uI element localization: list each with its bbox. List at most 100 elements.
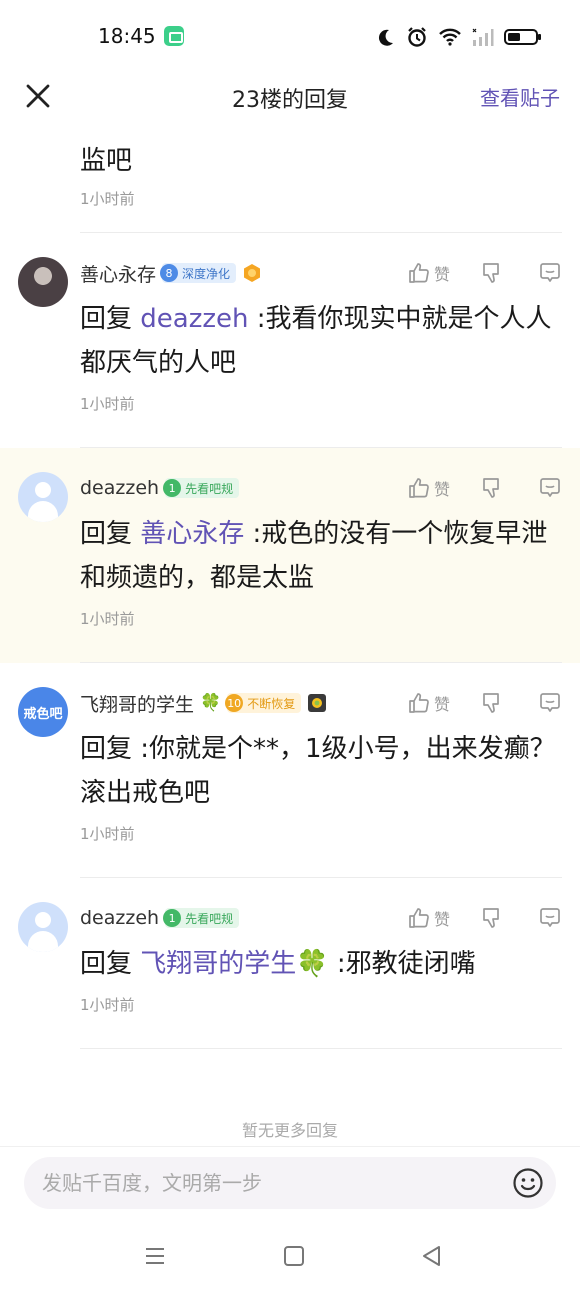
reply-text: 回复 飞翔哥的学生🍀 :邪教徒闭嘴	[80, 942, 562, 986]
username[interactable]: 善心永存	[80, 260, 156, 287]
comment-button[interactable]	[538, 691, 562, 715]
like-label: 赞	[434, 480, 451, 499]
comment-input-box[interactable]	[24, 1157, 556, 1209]
thumbs-up-icon	[409, 478, 429, 498]
level-badge: 1 先看吧规	[163, 478, 240, 498]
emoji-icon	[513, 1168, 543, 1198]
menu-icon	[146, 1248, 164, 1264]
app-notification-icon	[164, 26, 184, 46]
previous-reply-tail: 监吧 1小时前	[0, 120, 580, 233]
comment-icon	[540, 478, 560, 497]
reply-body: :邪教徒闭嘴	[328, 949, 476, 979]
level-number: 1	[163, 479, 182, 497]
dislike-button[interactable]	[480, 691, 504, 715]
level-badge: 8 深度净化	[160, 263, 237, 283]
level-badge: 1 先看吧规	[163, 908, 240, 928]
thumbs-up-icon	[409, 908, 429, 928]
dislike-button[interactable]	[480, 261, 504, 285]
comment-icon	[540, 908, 560, 927]
reply-actions: 赞	[407, 470, 562, 506]
comment-input-bar	[0, 1146, 580, 1222]
view-post-link[interactable]: 查看贴子	[480, 82, 560, 111]
badge-label: 先看吧规	[185, 911, 234, 926]
like-button[interactable]: 赞	[407, 906, 455, 930]
like-label: 赞	[434, 695, 451, 714]
comment-input[interactable]	[42, 1157, 492, 1209]
avatar[interactable]: 戒色吧	[18, 687, 68, 737]
reply-prefix: 回复	[80, 734, 141, 764]
mention-link[interactable]: deazzeh	[140, 304, 248, 334]
reply-item: 戒色吧 飞翔哥的学生 🍀 10 不断恢复 赞 回复 :你就是个**，1级小号，出来…	[0, 663, 580, 878]
mention-link[interactable]: 飞翔哥的学生🍀	[140, 949, 328, 979]
moon-icon	[378, 29, 393, 46]
like-button[interactable]: 赞	[407, 476, 455, 500]
status-bar: 18:45	[0, 0, 580, 72]
reply-actions: 赞	[407, 255, 562, 291]
reply-item: 善心永存 8 深度净化 赞 回复 deazzeh :我看你现实中就是个人人都厌气…	[0, 233, 580, 448]
comment-button[interactable]	[538, 476, 562, 500]
username[interactable]: deazzeh	[80, 477, 159, 499]
battery-icon	[504, 29, 541, 45]
divider	[80, 1048, 562, 1049]
thumbs-down-icon	[483, 908, 499, 928]
level-number: 1	[163, 909, 182, 927]
back-nav-button[interactable]	[418, 1242, 446, 1270]
reply-actions: 赞	[407, 900, 562, 936]
sun-medal-icon	[308, 694, 327, 712]
avatar[interactable]	[18, 472, 68, 522]
reply-body: :你就是个**，1级小号，出来发癫？滚出戒色吧	[80, 734, 556, 808]
status-icons	[376, 24, 542, 50]
comment-button[interactable]	[538, 261, 562, 285]
reply-text: 回复 :你就是个**，1级小号，出来发癫？滚出戒色吧	[80, 727, 562, 815]
dislike-button[interactable]	[480, 476, 504, 500]
thumbs-down-icon	[483, 693, 499, 713]
comment-icon	[540, 263, 560, 282]
reply-actions: 赞	[407, 685, 562, 721]
system-nav-bar	[0, 1222, 580, 1289]
level-badge: 10 不断恢复	[225, 693, 302, 713]
username[interactable]: deazzeh	[80, 907, 159, 929]
mention-link[interactable]: 善心永存	[140, 519, 244, 549]
square-home-icon	[284, 1246, 304, 1266]
level-number: 8	[160, 264, 179, 282]
alarm-icon	[408, 27, 426, 47]
badge-label: 不断恢复	[247, 696, 296, 711]
reply-prefix: 回复	[80, 304, 141, 334]
badge-label: 深度净化	[182, 266, 231, 281]
thumbs-down-icon	[483, 478, 499, 498]
badge-label: 先看吧规	[185, 481, 234, 496]
reply-prefix: 回复	[80, 519, 141, 549]
reply-time: 1小时前	[80, 610, 135, 628]
like-button[interactable]: 赞	[407, 261, 455, 285]
back-triangle-icon	[423, 1246, 440, 1266]
like-label: 赞	[434, 910, 451, 929]
no-more-replies: 暂无更多回复	[241, 1121, 338, 1140]
reply-time: 1小时前	[80, 190, 135, 208]
clover-emoji: 🍀	[200, 693, 222, 713]
reply-list[interactable]: 监吧 1小时前 善心永存 8 深度净化 赞 回复 deazzeh:我看你现实中…	[0, 120, 580, 1146]
avatar[interactable]	[18, 257, 68, 307]
wifi-icon	[439, 28, 461, 46]
menu-nav-button[interactable]	[141, 1242, 169, 1270]
username[interactable]: 飞翔哥的学生	[80, 690, 194, 717]
avatar[interactable]	[18, 902, 68, 952]
comment-button[interactable]	[538, 906, 562, 930]
like-button[interactable]: 赞	[407, 691, 455, 715]
reply-item: deazzeh 1 先看吧规 赞 回复 善心永存 :戒色的没有一个恢复早泄和频遗…	[0, 448, 580, 663]
header: 23楼的回复 查看贴子	[0, 72, 580, 120]
status-time: 18:45	[98, 24, 156, 48]
like-label: 赞	[434, 265, 451, 284]
level-number: 10	[225, 694, 244, 712]
reply-time: 1小时前	[80, 825, 135, 843]
thumbs-down-icon	[483, 263, 499, 283]
thumbs-up-icon	[409, 263, 429, 283]
reply-text: 回复 deazzeh :我看你现实中就是个人人都厌气的人吧	[80, 297, 562, 385]
reply-text: 监吧	[80, 146, 133, 176]
emoji-button[interactable]	[512, 1167, 544, 1199]
signal-icon	[472, 28, 494, 46]
thumbs-up-icon	[409, 693, 429, 713]
dislike-button[interactable]	[480, 906, 504, 930]
reply-time: 1小时前	[80, 996, 135, 1014]
hexagon-medal-icon	[244, 264, 261, 282]
home-nav-button[interactable]	[280, 1242, 308, 1270]
